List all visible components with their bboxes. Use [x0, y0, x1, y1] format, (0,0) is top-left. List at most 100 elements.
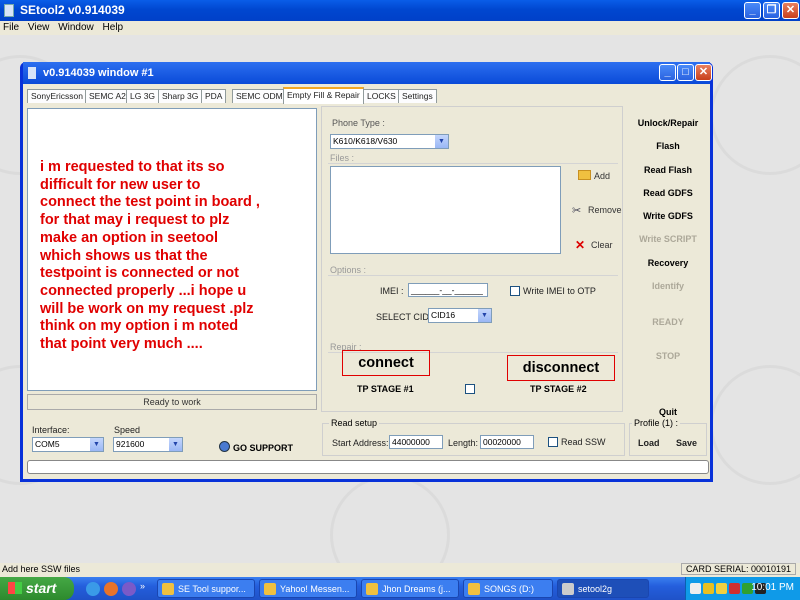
tab-empty-fill-repair[interactable]: Empty Fill & Repair: [283, 87, 364, 104]
speed-value: 921600: [116, 439, 145, 449]
imei-input[interactable]: ______-__-______: [408, 283, 488, 297]
action-write-script-button: Write SCRIPT: [639, 234, 697, 244]
tray-icon[interactable]: [690, 583, 701, 594]
child-body: SonyEricsson SEMC A2 LG 3G Sharp 3G PDA …: [23, 84, 710, 479]
chevron-down-icon: ▼: [435, 135, 448, 148]
task-se-tool-support[interactable]: SE Tool suppor...: [157, 579, 255, 598]
menu-view[interactable]: View: [25, 21, 53, 34]
action-quit-button[interactable]: Quit: [628, 407, 708, 417]
tab-semc-odm[interactable]: SEMC ODM: [232, 89, 287, 103]
restore-button[interactable]: ❐: [763, 2, 780, 19]
ie-icon[interactable]: [86, 582, 100, 596]
task-label: SE Tool suppor...: [178, 584, 246, 594]
text-editor-area[interactable]: i m requested to that its so difficult fo…: [27, 108, 317, 391]
tab-settings[interactable]: Settings: [398, 89, 437, 103]
speed-select[interactable]: 921600 ▼: [113, 437, 183, 452]
read-setup-label: Read setup: [329, 418, 380, 428]
taskbar: start » SE Tool suppor... Yahoo! Messen.…: [0, 577, 800, 600]
firefox-task-icon: [162, 583, 174, 595]
add-button[interactable]: Add: [578, 170, 610, 181]
close-button[interactable]: ✕: [782, 2, 799, 19]
tray-icon[interactable]: [729, 583, 740, 594]
add-label: Add: [594, 171, 611, 181]
divider: [328, 163, 618, 164]
tray-icon[interactable]: [703, 583, 714, 594]
scissors-icon: ✂: [572, 205, 582, 217]
firefox-icon[interactable]: [104, 582, 118, 596]
files-list[interactable]: [330, 166, 561, 254]
length-label: Length:: [448, 438, 479, 448]
editor-line: connect the test point in board ,: [40, 194, 260, 211]
action-unlock-repair-button[interactable]: Unlock/Repair: [628, 118, 708, 128]
read-setup-group: Read setup Start Address: 44000000 Lengt…: [322, 418, 625, 456]
phone-type-select[interactable]: K610/K618/V630 ▼: [330, 134, 449, 149]
action-recovery-button[interactable]: Recovery: [628, 258, 708, 268]
media-icon[interactable]: [122, 582, 136, 596]
chevron-down-icon: ▼: [169, 438, 182, 451]
interface-select[interactable]: COM5 ▼: [32, 437, 104, 452]
chevron-down-icon: ▼: [478, 309, 491, 322]
child-minimize-button[interactable]: _: [659, 64, 676, 81]
editor-line: which shows us that the: [40, 247, 208, 264]
menu-window[interactable]: Window: [55, 21, 97, 34]
task-label: SONGS (D:): [484, 584, 535, 594]
app-title: SEtool2 v0.914039: [20, 3, 125, 17]
clear-button[interactable]: ✕ Clear: [575, 238, 613, 252]
start-address-input[interactable]: 44000000: [389, 435, 443, 449]
menu-help[interactable]: Help: [100, 21, 127, 34]
support-icon: [219, 441, 230, 452]
task-jhon-dreams[interactable]: Jhon Dreams (j...: [361, 579, 459, 598]
tab-sharp-3g[interactable]: Sharp 3G: [158, 89, 203, 103]
task-yahoo-messenger[interactable]: Yahoo! Messen...: [259, 579, 357, 598]
editor-line: for that may i request to plz: [40, 212, 230, 229]
cid-select[interactable]: CID16 ▼: [428, 308, 492, 323]
write-imei-checkbox[interactable]: [510, 286, 520, 296]
app-icon: [4, 4, 14, 17]
card-serial: CARD SERIAL: 00010191: [680, 563, 796, 575]
go-support-button[interactable]: GO SUPPORT: [219, 441, 293, 453]
child-close-button[interactable]: ✕: [695, 64, 712, 81]
imei-label: IMEI :: [380, 286, 404, 296]
watermark-seal: [330, 475, 450, 563]
system-tray: 10:01 PM: [685, 577, 800, 600]
child-title: v0.914039 window #1: [43, 67, 154, 79]
tab-locks[interactable]: LOCKS: [363, 89, 400, 103]
clock: 10:01 PM: [751, 582, 794, 593]
watermark-seal: [710, 365, 800, 485]
child-app-icon: [28, 67, 36, 79]
tp-stage-checkbox[interactable]: [465, 384, 475, 394]
start-address-label: Start Address:: [332, 438, 389, 448]
quicklaunch-more-icon[interactable]: »: [140, 581, 145, 591]
editor-line: think on my option i m noted: [40, 318, 239, 335]
tray-icon[interactable]: [716, 583, 727, 594]
child-maximize-button[interactable]: □: [677, 64, 694, 81]
divider: [328, 275, 618, 276]
folder-icon: [578, 170, 591, 180]
load-button[interactable]: Load: [638, 438, 660, 448]
tab-lg-3g[interactable]: LG 3G: [126, 89, 160, 103]
read-ssw-checkbox[interactable]: [548, 437, 558, 447]
profile-group: Profile (1) : Load Save: [629, 418, 707, 456]
length-input[interactable]: 00020000: [480, 435, 534, 449]
action-read-flash-button[interactable]: Read Flash: [628, 165, 708, 175]
status-bar: Add here SSW files CARD SERIAL: 00010191: [0, 563, 800, 577]
remove-button[interactable]: ✂ Remove: [572, 204, 622, 217]
interface-group: Interface: COM5 ▼ Speed 921600 ▼ GO SUPP…: [27, 424, 317, 460]
action-read-gdfs-button[interactable]: Read GDFS: [628, 188, 708, 198]
tab-semc-a2[interactable]: SEMC A2: [85, 89, 130, 103]
task-songs[interactable]: SONGS (D:): [463, 579, 553, 598]
profile-label: Profile (1) :: [632, 418, 681, 428]
save-button[interactable]: Save: [676, 438, 697, 448]
tab-pda[interactable]: PDA: [201, 89, 227, 103]
editor-line: difficult for new user to: [40, 176, 201, 193]
action-write-gdfs-button[interactable]: Write GDFS: [628, 211, 708, 221]
minimize-button[interactable]: _: [744, 2, 761, 19]
task-label: setool2g: [578, 584, 613, 594]
yahoo-icon: [264, 583, 276, 595]
action-flash-button[interactable]: Flash: [628, 141, 708, 151]
tab-sonyericsson[interactable]: SonyEricsson: [27, 89, 87, 103]
start-button[interactable]: start: [0, 577, 74, 600]
action-ready-button: READY: [652, 317, 684, 327]
menu-file[interactable]: File: [0, 21, 22, 34]
task-setool2g[interactable]: setool2g: [557, 579, 649, 598]
